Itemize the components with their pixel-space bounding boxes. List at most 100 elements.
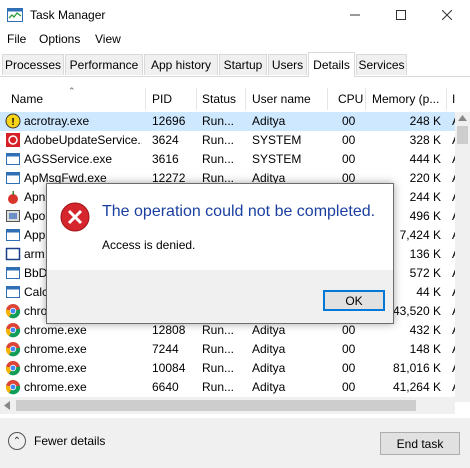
minimize-button[interactable]: [332, 0, 378, 30]
tab-details[interactable]: Details: [308, 52, 355, 77]
cell-pid: 7244: [152, 342, 179, 356]
dialog-title: The operation could not be completed.: [102, 203, 376, 220]
title-bar: Task Manager: [0, 0, 470, 30]
cell-user: Aditya: [252, 114, 286, 128]
cell-cpu: 00: [342, 114, 356, 128]
process-name: acrotray.exe: [24, 114, 90, 128]
column-header-row: Name PID Status User name CPU Memory (p.…: [0, 88, 470, 112]
menu-view[interactable]: View: [95, 32, 121, 46]
menu-options[interactable]: Options: [39, 32, 80, 46]
tab-performance[interactable]: Performance: [65, 54, 143, 75]
cell-user: Aditya: [252, 380, 286, 394]
cell-cpu: 00: [342, 133, 356, 147]
vertical-scrollbar[interactable]: [455, 112, 470, 402]
window-icon: [6, 153, 20, 165]
window-icon: [6, 172, 20, 184]
chrome-icon: [5, 342, 21, 357]
maximize-icon: [396, 10, 406, 20]
process-name: AdobeUpdateService...: [24, 133, 142, 147]
cell-cpu: 00: [342, 361, 356, 375]
tab-startup[interactable]: Startup: [219, 54, 267, 75]
cell-status: Run...: [202, 152, 235, 166]
window-icon: [6, 267, 20, 279]
cell-mem: 81,016 K: [392, 361, 441, 375]
apple-icon: [8, 191, 18, 204]
cell-user: Aditya: [252, 342, 286, 356]
cell-pid: 12808: [152, 323, 186, 337]
tab-bar: Processes Performance App history Startu…: [0, 52, 470, 77]
column-memory[interactable]: Memory (p...: [372, 92, 439, 106]
minimize-icon: [350, 14, 360, 16]
cell-cpu: 00: [342, 380, 356, 394]
maximize-button[interactable]: [378, 0, 424, 30]
tab-app-history[interactable]: App history: [144, 54, 218, 75]
cell-user: Aditya: [252, 323, 286, 337]
tab-users[interactable]: Users: [268, 54, 307, 75]
cell-status: Run...: [202, 361, 235, 375]
cell-status: Run...: [202, 342, 235, 356]
cell-mem: 41,264 K: [392, 380, 441, 394]
tab-services[interactable]: Services: [356, 54, 407, 75]
fewer-details-label: Fewer details: [34, 434, 106, 448]
table-row[interactable]: chrome.exe7244Run...Aditya00148 KA: [0, 340, 455, 359]
footer-bar: ⌃ Fewer details End task: [0, 418, 470, 468]
column-cpu[interactable]: CPU: [338, 92, 363, 106]
fewer-details-button[interactable]: ⌃ Fewer details: [8, 432, 105, 450]
column-user-name[interactable]: User name: [252, 92, 311, 106]
cell-cpu: 00: [342, 342, 356, 356]
column-extra[interactable]: I: [452, 92, 455, 106]
table-row[interactable]: AdobeUpdateService... 3624 Run... SYSTEM 00 3…: [0, 131, 455, 150]
scroll-up-icon[interactable]: [458, 115, 467, 121]
chevron-up-icon: ⌃: [8, 432, 26, 450]
cell-mem: 444 K: [409, 152, 441, 166]
generic-app-icon: [6, 210, 20, 222]
cell-status: Run...: [202, 114, 235, 128]
chrome-icon: [5, 380, 21, 395]
table-row[interactable]: !acrotray.exe12696Run...Aditya00248 KA: [0, 112, 455, 131]
horizontal-scrollbar[interactable]: [0, 397, 455, 414]
process-name: chrome.exe: [24, 361, 87, 375]
adobe-icon: [6, 133, 20, 147]
cell-mem: 248 K: [409, 114, 441, 128]
cell-status: Run...: [202, 133, 235, 147]
svg-text:!: !: [11, 117, 14, 128]
process-name: chrome.exe: [24, 323, 87, 337]
table-row[interactable]: AGSService.exe3616Run...SYSTEM00444 KA: [0, 150, 455, 169]
column-status[interactable]: Status: [202, 92, 236, 106]
chrome-icon: [5, 323, 21, 338]
cell-status: Run...: [202, 380, 235, 394]
cell-mem: 432 K: [409, 323, 441, 337]
window-icon: [6, 286, 20, 298]
cell-pid: 3616: [152, 152, 179, 166]
column-pid[interactable]: PID: [152, 92, 172, 106]
scroll-left-icon[interactable]: [4, 401, 10, 410]
process-name: chrome.exe: [24, 380, 87, 394]
end-task-button[interactable]: End task: [380, 432, 460, 455]
cell-user: SYSTEM: [252, 152, 302, 166]
column-name[interactable]: Name: [11, 92, 43, 106]
chrome-icon: [5, 304, 21, 319]
cell-mem: 148 K: [409, 342, 441, 356]
cell-cpu: 00: [342, 152, 356, 166]
menu-bar: File Options View: [0, 30, 470, 50]
acrotray-icon: !: [5, 113, 21, 129]
horizontal-scroll-thumb[interactable]: [16, 400, 416, 411]
close-button[interactable]: [424, 0, 470, 30]
ok-button[interactable]: OK: [323, 290, 385, 311]
window-icon: [6, 229, 20, 241]
window-title: Task Manager: [30, 8, 106, 22]
cell-cpu: 00: [342, 323, 356, 337]
cell-pid: 6640: [152, 380, 179, 394]
blank-window-icon: [5, 247, 21, 261]
menu-file[interactable]: File: [7, 32, 26, 46]
vertical-scroll-thumb[interactable]: [457, 126, 468, 144]
cell-status: Run...: [202, 323, 235, 337]
chrome-icon: [5, 361, 21, 376]
cell-user: Aditya: [252, 361, 286, 375]
tab-processes[interactable]: Processes: [2, 54, 64, 75]
table-row[interactable]: chrome.exe6640Run...Aditya0041,264 KA: [0, 378, 455, 397]
table-row[interactable]: chrome.exe10084Run...Aditya0081,016 KA: [0, 359, 455, 378]
cell-pid: 10084: [152, 361, 186, 375]
error-icon: [60, 202, 90, 232]
cell-pid: 3624: [152, 133, 179, 147]
